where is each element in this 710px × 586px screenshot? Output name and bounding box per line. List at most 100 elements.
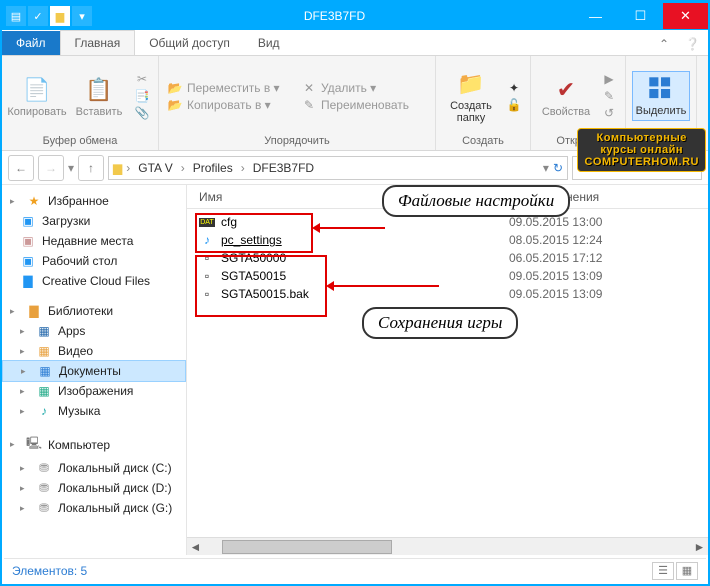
computer-header[interactable]: ▸🖳Компьютер	[2, 431, 186, 458]
sidebar-apps[interactable]: ▸▦Apps	[2, 321, 186, 341]
crumb-3[interactable]: DFE3B7FD	[249, 159, 318, 177]
favorites-header[interactable]: ▸★Избранное	[2, 191, 186, 211]
sidebar-music[interactable]: ▸♪Музыка	[2, 401, 186, 421]
computer-icon: 🖳	[26, 434, 42, 455]
recent-icon: ▣	[20, 234, 36, 248]
sidebar-ccf[interactable]: ▇Creative Cloud Files	[2, 271, 186, 291]
sidebar-drive-d[interactable]: ▸⛃Локальный диск (D:)	[2, 478, 186, 498]
new-folder-icon: 📁	[456, 70, 486, 98]
tab-share[interactable]: Общий доступ	[135, 31, 244, 55]
drive-icon: ⛃	[36, 481, 52, 495]
address-dropdown-icon[interactable]: ▾	[543, 161, 549, 175]
copy-path-button[interactable]: 📑	[132, 88, 152, 104]
recent-dropdown-icon[interactable]: ▾	[68, 161, 74, 175]
refresh-icon[interactable]: ↻	[553, 161, 563, 175]
new-item-icon: ✦	[506, 81, 522, 95]
control-menu-icon[interactable]: ▤	[6, 6, 26, 26]
qat-properties-icon[interactable]: ✓	[28, 6, 48, 26]
horizontal-scrollbar[interactable]: ◄ ►	[187, 537, 708, 555]
forward-button[interactable]: →	[38, 155, 64, 181]
paste-button[interactable]: 📋 Вставить	[70, 74, 128, 118]
easy-access-button[interactable]: 🔓	[504, 97, 524, 113]
status-count: Элементов: 5	[12, 564, 87, 578]
close-button[interactable]: ✕	[663, 3, 708, 29]
cut-button[interactable]: ✂	[132, 71, 152, 87]
crumb-1[interactable]: GTA V	[134, 159, 176, 177]
qat-dropdown-icon[interactable]: ▾	[72, 6, 92, 26]
sidebar-drive-g[interactable]: ▸⛃Локальный диск (G:)	[2, 498, 186, 518]
group-organize-label: Упорядочить	[165, 134, 429, 148]
maximize-button[interactable]: ☐	[618, 3, 663, 29]
copy-button[interactable]: 📄 Копировать	[8, 74, 66, 118]
group-clipboard-label: Буфер обмена	[8, 134, 152, 148]
minimize-button[interactable]: —	[573, 3, 618, 29]
scroll-right-icon[interactable]: ►	[691, 540, 708, 554]
crumb-2[interactable]: Profiles	[189, 159, 237, 177]
new-folder-button[interactable]: 📁 Создать папку	[442, 68, 500, 124]
edit-icon: ✎	[601, 89, 617, 103]
shortcut-icon: 📎	[134, 106, 150, 120]
breadcrumb[interactable]: ▆ › GTA V› Profiles› DFE3B7FD ▾ ↻	[108, 156, 568, 180]
drive-icon: ⛃	[36, 501, 52, 515]
sidebar-pictures[interactable]: ▸▦Изображения	[2, 381, 186, 401]
tab-file[interactable]: Файл	[2, 31, 60, 55]
star-icon: ★	[26, 194, 42, 208]
callout-saves: Сохранения игры	[362, 307, 518, 339]
history-button[interactable]: ↺	[599, 105, 619, 121]
sidebar-video[interactable]: ▸▦Видео	[2, 341, 186, 361]
annotation-box-settings	[195, 213, 313, 253]
properties-button[interactable]: ✔ Свойства	[537, 74, 595, 118]
paste-shortcut-button[interactable]: 📎	[132, 105, 152, 121]
documents-icon: ▦	[37, 364, 53, 378]
properties-icon: ✔	[551, 76, 581, 104]
downloads-icon: ▣	[20, 214, 36, 228]
window-title: DFE3B7FD	[96, 9, 573, 23]
watermark: Компьютерные курсы онлайн COMPUTERHOM.RU	[577, 128, 706, 172]
delete-button[interactable]: ✕Удалить ▾	[299, 80, 429, 96]
rename-button[interactable]: ✎Переименовать	[299, 97, 429, 113]
ribbon: 📄 Копировать 📋 Вставить ✂ 📑 📎 Буфер обме…	[2, 56, 708, 151]
view-details-icon[interactable]: ☰	[652, 562, 674, 580]
edit-button[interactable]: ✎	[599, 88, 619, 104]
view-thumbnails-icon[interactable]: ▦	[676, 562, 698, 580]
drive-icon: ⛃	[36, 461, 52, 475]
callout-settings: Файловые настройки	[382, 185, 570, 217]
scroll-left-icon[interactable]: ◄	[187, 540, 204, 554]
titlebar: ▤ ✓ ▆ ▾ DFE3B7FD — ☐ ✕	[2, 2, 708, 30]
copy-icon: 📄	[22, 76, 52, 104]
sidebar-drive-c[interactable]: ▸⛃Локальный диск (C:)	[2, 458, 186, 478]
up-button[interactable]: ↑	[78, 155, 104, 181]
tab-home[interactable]: Главная	[60, 30, 136, 55]
copyto-icon: 📂	[167, 98, 183, 112]
back-button[interactable]: ←	[8, 155, 34, 181]
open-icon: ▶	[601, 72, 617, 86]
ribbon-tabs: Файл Главная Общий доступ Вид ⌃ ❔	[2, 30, 708, 56]
libraries-icon: ▇	[26, 304, 42, 318]
history-icon: ↺	[601, 106, 617, 120]
scroll-thumb[interactable]	[222, 540, 392, 554]
select-all-button[interactable]: Выделить	[632, 71, 690, 121]
sidebar-desktop[interactable]: ▣Рабочий стол	[2, 251, 186, 271]
annotation-box-saves	[195, 255, 327, 317]
group-new-label: Создать	[442, 134, 524, 148]
libraries-header[interactable]: ▸▇Библиотеки	[2, 301, 186, 321]
desktop-icon: ▣	[20, 254, 36, 268]
sidebar-documents[interactable]: ▸▦Документы	[2, 360, 186, 382]
move-to-button[interactable]: 📂Переместить в ▾	[165, 80, 295, 96]
status-bar: Элементов: 5 ☰ ▦	[4, 558, 706, 582]
collapse-ribbon-icon[interactable]: ⌃	[651, 33, 677, 55]
move-icon: 📂	[167, 81, 183, 95]
navigation-pane[interactable]: ▸★Избранное ▣Загрузки ▣Недавние места ▣Р…	[2, 185, 187, 555]
sidebar-downloads[interactable]: ▣Загрузки	[2, 211, 186, 231]
delete-icon: ✕	[301, 81, 317, 95]
new-item-button[interactable]: ✦	[504, 80, 524, 96]
cut-icon: ✂	[134, 72, 150, 86]
open-button[interactable]: ▶	[599, 71, 619, 87]
rename-icon: ✎	[301, 98, 317, 112]
copy-to-button[interactable]: 📂Копировать в ▾	[165, 97, 295, 113]
sidebar-recent[interactable]: ▣Недавние места	[2, 231, 186, 251]
pictures-icon: ▦	[36, 384, 52, 398]
easy-access-icon: 🔓	[506, 98, 522, 112]
help-icon[interactable]: ❔	[677, 33, 708, 55]
tab-view[interactable]: Вид	[244, 31, 294, 55]
